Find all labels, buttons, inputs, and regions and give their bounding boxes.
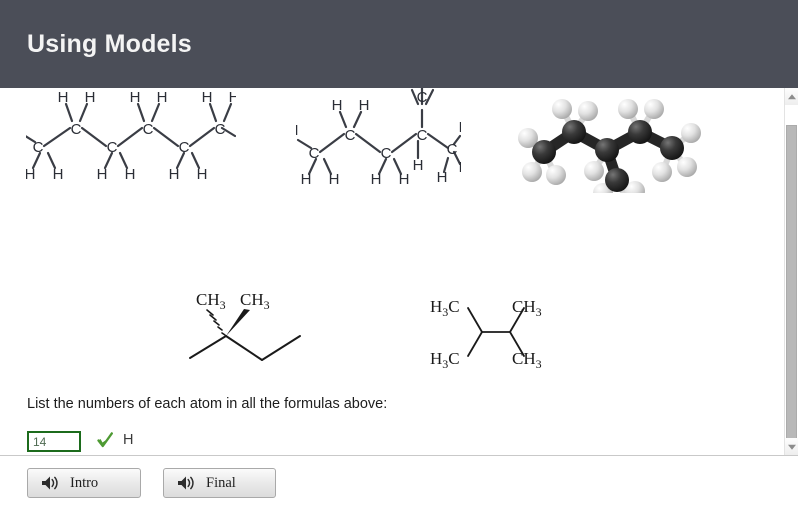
intro-audio-label: Intro [70,474,99,491]
atom-label-h: H [97,166,108,183]
methylpentane-structural-formula: C C C C C C H H H H H H H H H H H [296,88,461,190]
atom-label-h: H [404,88,415,92]
atom-label-h: H [296,122,298,139]
atom-label-h: H [197,166,208,183]
atom-label-c: C [345,127,356,144]
final-audio-button[interactable]: Final [163,468,276,498]
vertical-scrollbar[interactable] [784,88,798,455]
atom-label-h: H [301,171,312,188]
atom-label-h: H [202,89,213,106]
atom-label-h: H [459,119,461,136]
h3c-label-top-left: H3C [430,297,460,319]
atom-label-c: C [71,121,82,138]
hydrogen-count-input[interactable] [27,431,81,452]
atom-label-c: C [215,121,226,138]
h3c-label-bottom-left: H3C [430,349,460,368]
question-prompt: List the numbers of each atom in all the… [27,396,388,412]
scrollbar-track[interactable] [785,105,798,441]
atom-label-h: H [332,97,343,114]
atom-label-c: C [33,139,44,156]
atom-label-c: C [309,145,320,162]
atom-label-h: H [85,89,96,106]
scrollbar-thumb[interactable] [786,125,797,441]
speaker-icon [176,475,196,491]
page-title: Using Models [27,30,192,58]
scroll-down-arrow-icon [787,444,796,450]
atom-label-h: H [431,88,442,92]
ch3-label-bottom-right: CH3 [512,349,542,368]
atom-label-h: H [359,97,370,114]
scroll-up-arrow-icon [787,93,796,99]
atom-label-h: H [437,169,448,186]
atom-label-h: H [53,166,64,183]
atom-label-h: H [459,159,461,176]
hydrogen-atom-label: H [123,432,134,448]
lesson-content-area: C C C C C C H H H H H H H H H H H H C C … [0,88,784,455]
scroll-down-button[interactable] [785,438,798,455]
atom-label-h: H [157,89,168,106]
intro-audio-button[interactable]: Intro [27,468,141,498]
atom-label-h: H [130,89,141,106]
speaker-icon [40,475,60,491]
atom-label-c: C [107,139,118,156]
atom-label-c: C [447,141,458,158]
atom-label-h: H [58,89,69,106]
atom-label-h: H [229,89,236,106]
scroll-up-button[interactable] [785,88,798,105]
correct-check-icon [97,431,113,451]
ball-and-stick-3d-model [512,88,702,193]
atom-label-c: C [417,127,428,144]
dimethylbutane-condensed-formula: H3C CH3 H3C CH3 [424,288,559,368]
ch3-label-top-right: CH3 [512,297,542,319]
atom-label-h: H [125,166,136,183]
final-audio-label: Final [206,474,236,491]
ch3-label-left: CH3 [196,290,226,312]
atom-label-c: C [381,145,392,162]
ch3-label-right: CH3 [240,290,270,312]
atom-label-h: H [26,166,35,183]
atom-label-h: H [169,166,180,183]
atom-label-h: H [413,157,424,174]
atom-label-h: H [371,171,382,188]
audio-button-bar: Intro Final [0,456,798,512]
atom-label-h: H [329,171,340,188]
hexane-zigzag-structural-formula: C C C C C C H H H H H H H H H H H H [26,88,236,189]
atom-label-h: H [399,171,410,188]
page-header: Using Models [0,0,798,88]
wedge-dash-skeletal-formula: CH3 CH3 [178,278,323,368]
atom-label-c: C [143,121,154,138]
atom-label-c: C [179,139,190,156]
lesson-page: Using Models C C C C C C H H H H H H H H… [0,0,798,512]
atom-label-c: C [417,89,428,106]
